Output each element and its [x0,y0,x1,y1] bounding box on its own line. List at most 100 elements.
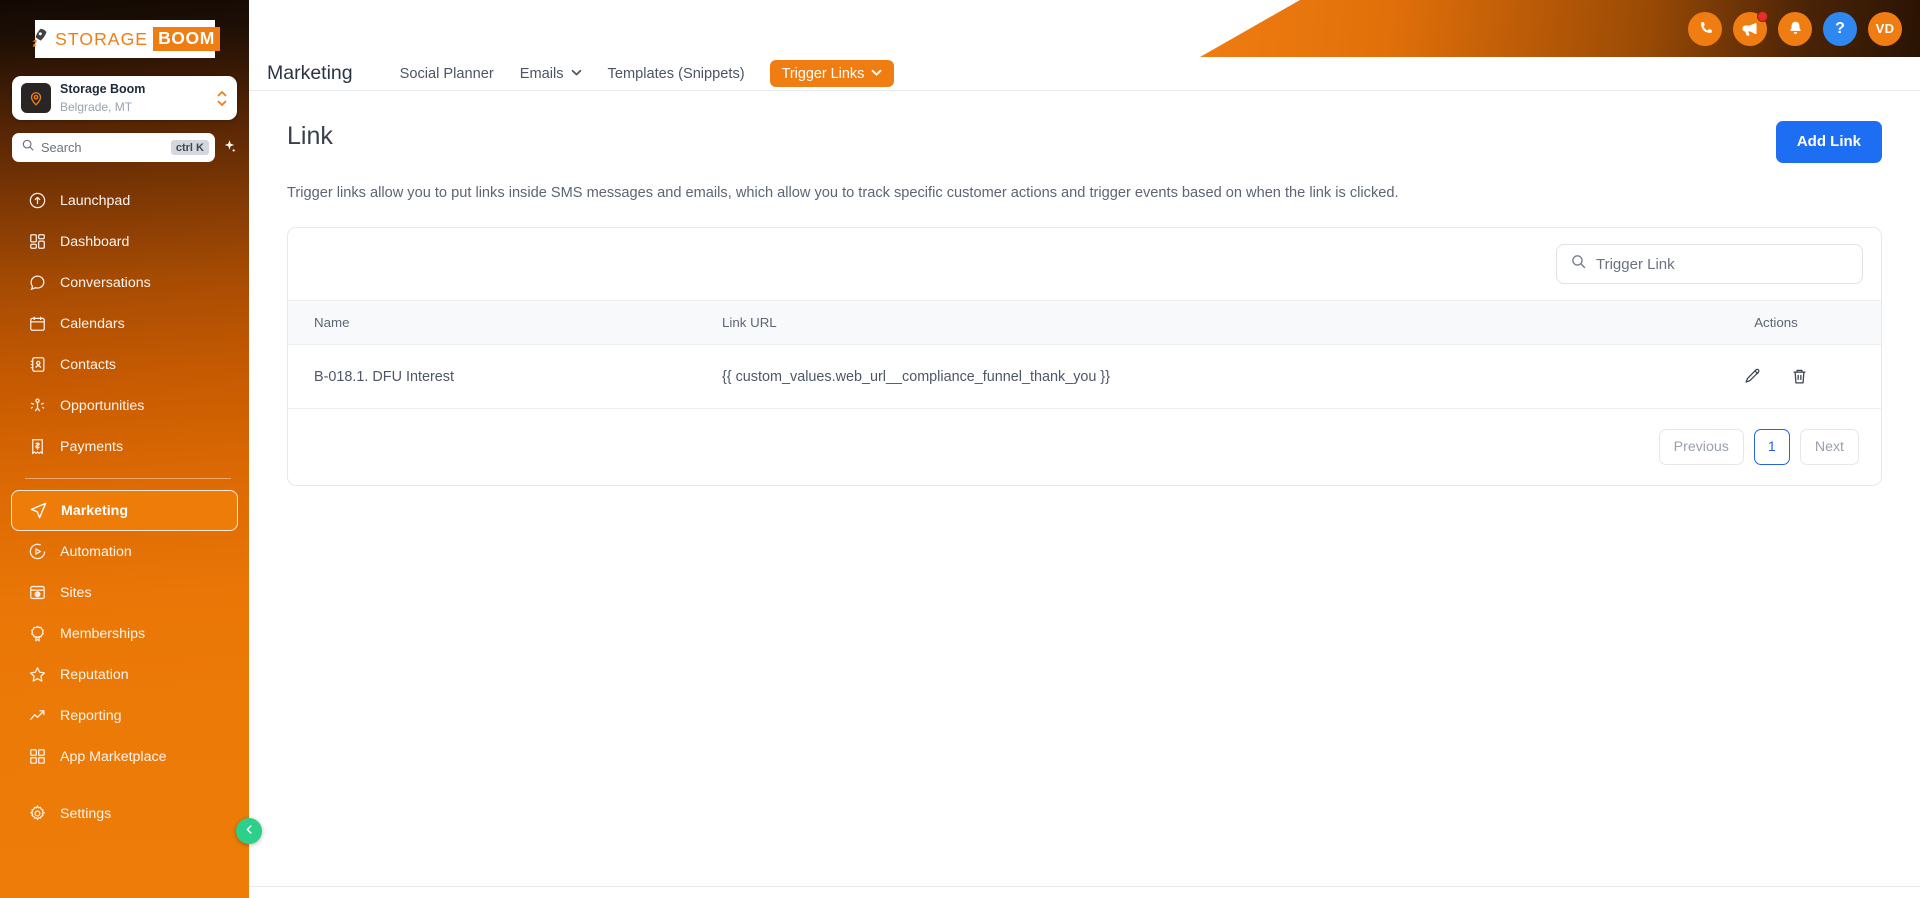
sidebar-item-dashboard[interactable]: Dashboard [11,221,238,262]
top-bar: ? VD [249,0,1920,57]
sidebar-item-opportunities[interactable]: Opportunities [11,385,238,426]
page-header: Link Add Link [287,121,1882,163]
tab-label: Trigger Links [781,65,865,82]
column-header-name: Name [314,315,350,330]
logo-text-storage: STORAGE [55,28,149,49]
rocket-launch-icon [28,191,47,210]
sidebar-item-sites[interactable]: Sites [11,572,238,613]
search-icon [1570,253,1587,275]
sidebar-item-label: Payments [60,438,124,455]
location-pin-icon [21,83,51,113]
pagination-page-1-button[interactable]: 1 [1753,429,1790,465]
location-name: Storage Boom [60,82,146,96]
pagination-next-button[interactable]: Next [1799,429,1859,465]
sidebar-item-label: Sites [60,584,92,601]
logo-text-boom: BOOM [153,27,220,51]
contacts-book-icon [28,355,47,374]
apps-grid-icon [28,747,47,766]
chevron-up-down-icon[interactable] [216,90,228,107]
sidebar-item-app-marketplace[interactable]: App Marketplace [11,736,238,777]
sidebar-item-automation[interactable]: Automation [11,531,238,572]
notification-badge-dot [1757,10,1768,22]
table-body: B-018.1. DFU Interest {{ custom_values.w… [288,344,1881,409]
paper-plane-icon [29,501,48,520]
sparkle-icon[interactable] [222,139,237,157]
sidebar-item-label: Reputation [60,666,129,683]
sidebar-item-calendars[interactable]: Calendars [11,303,238,344]
play-circle-icon [28,542,47,561]
dashboard-grid-icon [28,232,47,251]
sidebar-item-label: Reporting [60,707,122,724]
megaphone-icon[interactable] [1733,10,1768,46]
bottom-strip [249,886,1920,898]
award-ribbon-icon [28,624,47,643]
search-input[interactable]: Search ctrl K [12,133,215,162]
chevron-left-icon [243,823,256,839]
sidebar-item-label: Calendars [60,315,125,332]
sidebar-item-reputation[interactable]: Reputation [11,654,238,695]
pagination: Previous 1 Next [288,409,1881,485]
opportunities-icon [28,396,47,415]
chevron-down-icon [571,69,582,79]
tab-social-planner[interactable]: Social Planner [387,57,507,91]
add-link-button[interactable]: Add Link [1775,121,1882,163]
calendar-icon [28,314,47,333]
page-description: Trigger links allow you to put links ins… [287,185,1399,201]
card-toolbar: Trigger Link [288,228,1881,300]
cell-name: B-018.1. DFU Interest [288,344,718,409]
column-header-link-url: Link URL [722,315,777,330]
module-tab-strip: Marketing Social Planner Emails Template… [249,57,1920,91]
search-placeholder: Search [41,140,82,155]
sidebar-item-label: Conversations [60,274,151,291]
location-switcher[interactable]: Storage Boom Belgrade, MT [12,76,237,120]
sidebar-collapse-button[interactable] [236,818,262,844]
help-icon-label: ? [1835,19,1845,37]
table-head: Name Link URL Actions [288,300,1881,345]
trigger-links-table: Name Link URL Actions B-018.1. DFU Inter… [288,300,1881,409]
sidebar-item-label: Contacts [60,356,116,373]
bell-icon[interactable] [1778,11,1812,46]
cell-link-url: {{ custom_values.web_url__compliance_fun… [718,344,1671,409]
sidebar-item-contacts[interactable]: Contacts [11,344,238,385]
sidebar-item-label: Settings [60,805,112,822]
sidebar-item-label: Opportunities [60,397,145,414]
trash-icon[interactable] [1790,367,1809,386]
pagination-previous-button[interactable]: Previous [1658,429,1744,465]
topbar-actions: ? VD [1688,0,1902,57]
sidebar-item-payments[interactable]: Payments [11,426,238,467]
column-header-actions: Actions [1754,315,1798,330]
app-logo[interactable]: STORAGE BOOM [32,20,220,58]
sidebar-item-launchpad[interactable]: Launchpad [11,180,238,221]
avatar[interactable]: VD [1868,11,1902,46]
phone-icon[interactable] [1688,11,1722,46]
help-icon[interactable]: ? [1823,11,1857,46]
sidebar-item-marketing[interactable]: Marketing [11,490,238,531]
page-title: Link [287,122,333,150]
tab-emails[interactable]: Emails [507,57,595,91]
tab-templates-snippets[interactable]: Templates (Snippets) [595,57,758,91]
search-icon [21,138,35,157]
location-text: Storage Boom Belgrade, MT [60,80,207,116]
page-content: Link Add Link Trigger links allow you to… [249,91,1920,898]
trigger-link-search-input[interactable]: Trigger Link [1556,244,1863,284]
trigger-links-card: Trigger Link Name Link URL Actions B-018… [287,227,1882,486]
tab-trigger-links[interactable]: Trigger Links [769,60,895,87]
sidebar-item-label: Dashboard [60,233,130,250]
sidebar-item-conversations[interactable]: Conversations [11,262,238,303]
table-row[interactable]: B-018.1. DFU Interest {{ custom_values.w… [288,344,1881,409]
chat-bubble-icon [28,273,47,292]
sidebar-item-reporting[interactable]: Reporting [11,695,238,736]
sidebar-search-row: Search ctrl K [12,133,237,162]
table-header-row: Name Link URL Actions [288,300,1881,345]
search-shortcut: ctrl K [170,140,209,155]
sites-window-icon [28,583,47,602]
sidebar-item-label: App Marketplace [60,748,167,765]
pencil-icon[interactable] [1743,367,1762,386]
sidebar-divider [25,478,231,479]
sidebar-item-settings[interactable]: Settings [11,793,238,834]
sidebar-item-memberships[interactable]: Memberships [11,613,238,654]
main-region: ? VD Marketing Social Planner Emails Tem… [249,0,1920,898]
tab-label: Templates (Snippets) [607,65,745,82]
rocket-icon [27,25,53,54]
